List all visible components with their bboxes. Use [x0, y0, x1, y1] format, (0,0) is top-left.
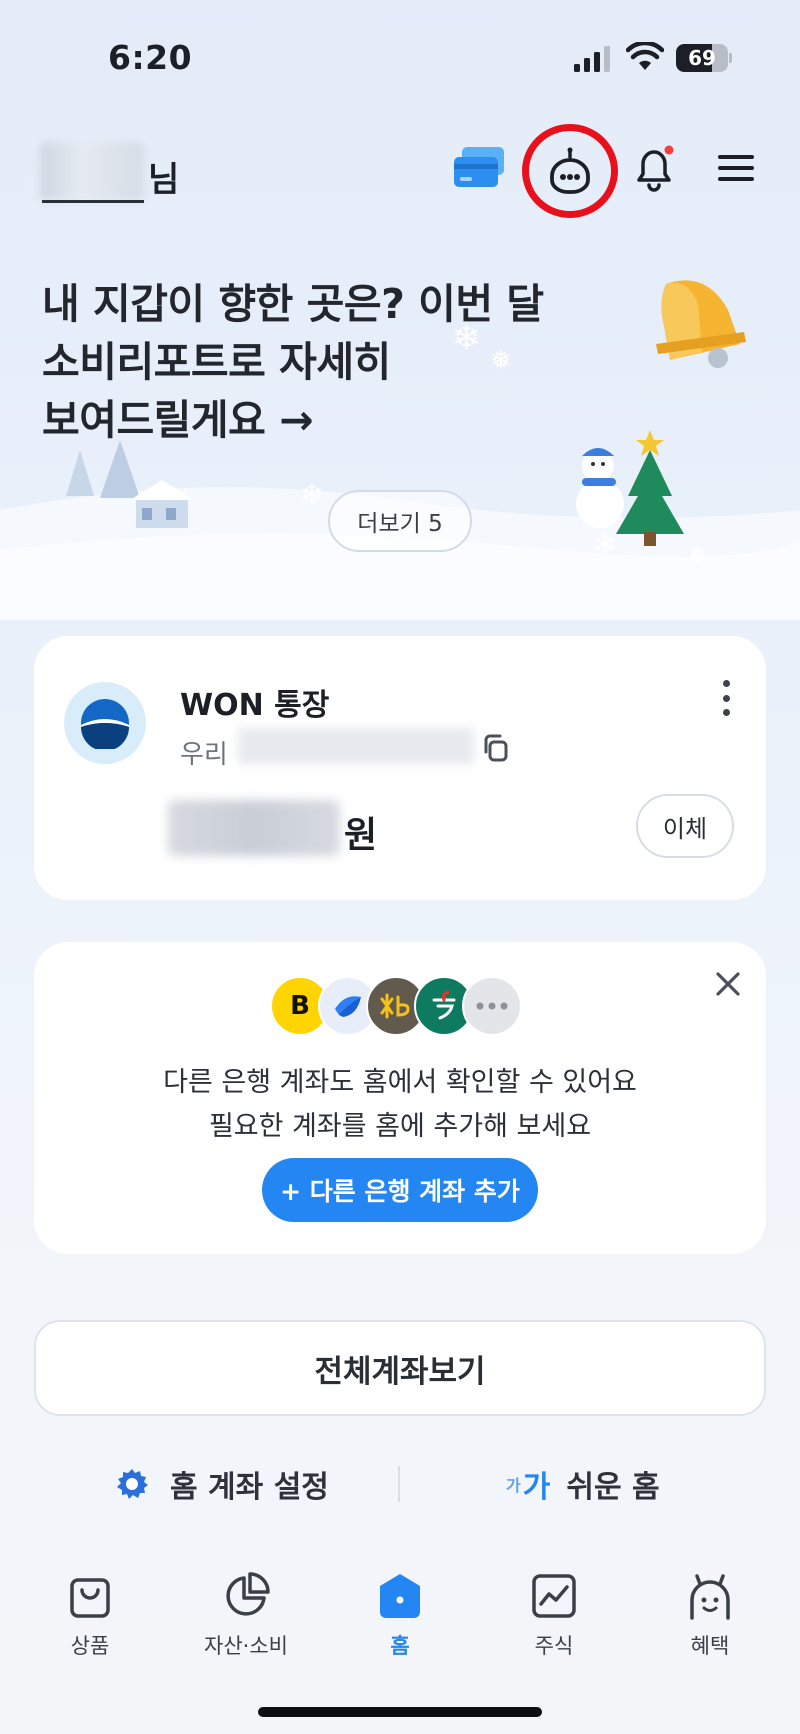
font-size-small-icon: 가 — [506, 1476, 521, 1495]
home-account-settings-link[interactable]: 홈 계좌 설정 — [114, 1462, 329, 1506]
benefit-character-icon — [690, 1574, 730, 1620]
snowy-house-illustration — [130, 480, 194, 528]
account-balance-redacted — [168, 800, 340, 856]
more-banks-icon — [462, 976, 522, 1036]
snowflake-icon: ❄ — [300, 478, 324, 511]
copy-icon[interactable] — [480, 732, 512, 764]
tab-label: 상품 — [70, 1634, 110, 1658]
battery-level: 69 — [688, 46, 716, 70]
tab-products[interactable]: 상품 — [30, 1570, 150, 1660]
user-name-underline — [42, 200, 144, 203]
view-all-accounts-button[interactable]: 전체계좌보기 — [34, 1320, 766, 1416]
status-time: 6:20 — [108, 38, 193, 77]
card-wallet-button[interactable] — [452, 140, 508, 196]
home-icon — [380, 1574, 420, 1618]
tab-label: 홈 — [390, 1634, 410, 1658]
tab-label: 자산·소비 — [204, 1634, 288, 1658]
home-account-settings-label: 홈 계좌 설정 — [170, 1470, 329, 1505]
account-name[interactable]: WON 통장 — [180, 680, 329, 724]
wifi-icon — [626, 42, 664, 70]
font-size-large-icon: 가 — [522, 1470, 551, 1505]
promo-text-line-1: 다른 은행 계좌도 홈에서 확인할 수 있어요 — [163, 1067, 637, 1098]
tab-assets-spending[interactable]: 자산·소비 — [186, 1570, 306, 1660]
account-more-options-icon[interactable] — [710, 676, 742, 720]
hamburger-menu-icon — [718, 155, 754, 181]
tab-label: 혜택 — [690, 1634, 730, 1658]
easy-home-link[interactable]: 가 가 쉬운 홈 — [506, 1462, 660, 1506]
user-name-redacted — [40, 142, 144, 200]
link-divider — [398, 1466, 400, 1502]
more-button[interactable]: 더보기 5 — [328, 490, 472, 552]
battery-icon: 69 — [676, 44, 732, 72]
tab-home[interactable]: 홈 — [340, 1570, 460, 1660]
account-bank-name: 우리 — [180, 740, 228, 770]
gear-icon — [117, 1469, 148, 1499]
tab-label: 주식 — [534, 1634, 574, 1658]
credit-card-icon — [454, 147, 504, 187]
snowflake-icon: ❄ — [452, 318, 481, 358]
user-honorific: 님 — [148, 160, 180, 200]
snowflake-icon: ❄ — [592, 528, 618, 563]
tab-stocks[interactable]: 주식 — [494, 1570, 614, 1660]
notification-button[interactable] — [626, 140, 682, 196]
transfer-button[interactable]: 이체 — [636, 794, 734, 858]
account-number-redacted — [238, 728, 474, 764]
hero-title-line-2[interactable]: 소비리포트로 자세히 — [42, 328, 391, 388]
bag-icon — [70, 1578, 110, 1618]
tab-benefits[interactable]: 혜택 — [650, 1570, 770, 1660]
bottom-tab-bar: 상품 자산·소비 홈 주식 혜택 — [0, 1540, 800, 1734]
home-indicator — [258, 1707, 542, 1717]
account-card[interactable] — [34, 636, 766, 900]
bank-logo-row: B — [270, 976, 534, 1036]
add-other-bank-account-button[interactable]: + 다른 은행 계좌 추가 — [262, 1158, 538, 1222]
pie-chart-icon — [226, 1572, 270, 1616]
snowflake-icon: ❅ — [490, 346, 512, 376]
woori-bank-logo — [64, 682, 146, 764]
bell-icon — [637, 145, 674, 192]
gold-bell-illustration — [656, 280, 746, 368]
snowman-and-tree-illustration — [576, 430, 684, 546]
easy-home-label: 쉬운 홈 — [566, 1470, 660, 1505]
snowflake-icon: ❅ — [688, 544, 707, 569]
promo-text-line-2: 필요한 계좌를 홈에 추가해 보세요 — [208, 1111, 592, 1142]
stock-chart-icon — [532, 1574, 576, 1618]
balance-currency: 원 — [344, 815, 378, 856]
highlight-ring — [522, 124, 618, 218]
close-icon[interactable] — [710, 966, 746, 1002]
menu-button[interactable] — [708, 140, 764, 196]
cellular-signal-icon — [574, 46, 610, 72]
hero-title-line-3[interactable]: 보여드릴게요 → — [42, 386, 313, 446]
bank-logo-icon — [81, 699, 129, 749]
